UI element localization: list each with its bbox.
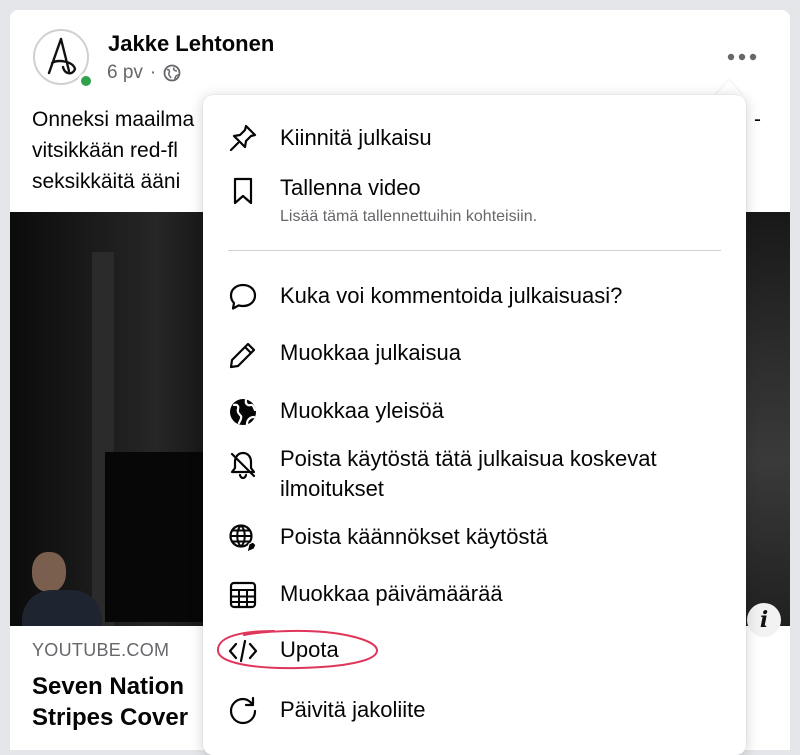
hand-drawn-highlight-circle: [217, 629, 378, 670]
translate-globe-icon: [229, 524, 257, 554]
menu-item-sublabel: Lisää tämä tallennettuihin kohteisiin.: [280, 208, 538, 225]
post-meta: 6 pv ·: [107, 62, 181, 84]
online-status-dot: [78, 73, 94, 89]
menu-item-who-can-comment[interactable]: Kuka voi kommentoida julkaisuasi?: [203, 277, 746, 323]
info-button[interactable]: i: [747, 603, 781, 637]
menu-item-label: ilmoitukset: [280, 476, 384, 501]
pencil-icon: [229, 342, 256, 369]
link-title[interactable]: Seven Nation Stripes Cover: [32, 671, 222, 733]
menu-item-edit-audience[interactable]: Muokkaa yleisöä: [203, 392, 746, 438]
menu-item-pin-post[interactable]: Kiinnitä julkaisu: [203, 115, 746, 161]
menu-item-turn-off-translations[interactable]: Poista käännökset käytöstä: [203, 519, 746, 565]
video-right-edge: [746, 212, 790, 626]
comment-icon: [229, 283, 257, 310]
menu-divider: [228, 250, 721, 251]
video-person-body: [22, 590, 102, 626]
menu-item-label: Kuka voi kommentoida julkaisuasi?: [280, 283, 623, 308]
menu-item-edit-post[interactable]: Muokkaa julkaisua: [203, 335, 746, 381]
post-time[interactable]: 6 pv: [107, 62, 143, 84]
link-domain: YOUTUBE.COM: [32, 640, 170, 660]
link-title-line: Seven Nation: [32, 673, 185, 700]
link-title-line: Stripes Cover: [32, 704, 189, 731]
calendar-grid-icon: [229, 581, 257, 609]
more-dots-icon: [727, 53, 757, 61]
bell-off-icon: [230, 451, 256, 480]
menu-caret: [715, 80, 743, 96]
menu-item-edit-date[interactable]: Muokkaa päivämäärää: [203, 576, 746, 622]
globe-icon: [230, 398, 257, 426]
menu-item-save-video[interactable]: Tallenna video Lisää tämä tallennettuihi…: [203, 171, 746, 237]
menu-item-label: Poista käännökset käytöstä: [280, 524, 548, 549]
bookmark-icon: [233, 177, 253, 205]
video-piano: [105, 452, 215, 622]
post-text-trailing: -: [754, 108, 761, 131]
menu-item-label: Poista käytöstä tätä julkaisua koskevat: [280, 446, 657, 471]
refresh-icon: [229, 696, 257, 725]
menu-item-turn-off-notifications[interactable]: Poista käytöstä tätä julkaisua koskevat …: [203, 445, 746, 505]
menu-item-refresh-attachment[interactable]: Päivitä jakoliite: [203, 692, 746, 738]
author-name[interactable]: Jakke Lehtonen: [108, 31, 274, 57]
public-globe-icon[interactable]: [163, 64, 181, 82]
menu-item-label: Tallenna video: [280, 175, 421, 200]
menu-item-label: Muokkaa päivämäärää: [280, 581, 503, 606]
menu-item-label: Kiinnitä julkaisu: [280, 125, 432, 150]
meta-separator: ·: [149, 62, 157, 83]
pin-icon: [229, 124, 257, 152]
video-person-head: [32, 552, 66, 592]
menu-item-label: Päivitä jakoliite: [280, 697, 426, 722]
menu-item-label: Muokkaa yleisöä: [280, 398, 444, 423]
post-options-button[interactable]: [720, 42, 764, 72]
menu-item-label: Muokkaa julkaisua: [280, 340, 461, 365]
